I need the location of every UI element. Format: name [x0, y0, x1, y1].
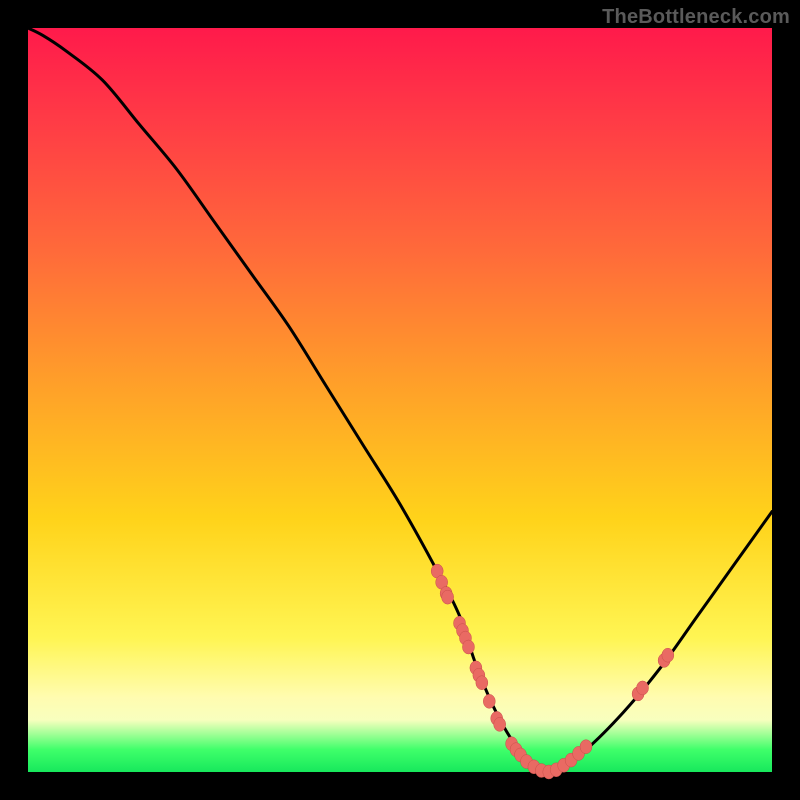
curve-marker [662, 648, 674, 662]
curve-marker [637, 681, 649, 695]
curve-marker [476, 676, 488, 690]
curve-marker [483, 694, 495, 708]
curve-markers [431, 564, 674, 779]
curve-marker [580, 740, 592, 754]
curve-marker [494, 717, 506, 731]
curve-marker [442, 590, 454, 604]
curve-marker [462, 640, 474, 654]
plot-area [28, 28, 772, 772]
chart-frame: TheBottleneck.com [0, 0, 800, 800]
bottleneck-curve-svg [28, 28, 772, 772]
watermark-text: TheBottleneck.com [602, 6, 790, 29]
